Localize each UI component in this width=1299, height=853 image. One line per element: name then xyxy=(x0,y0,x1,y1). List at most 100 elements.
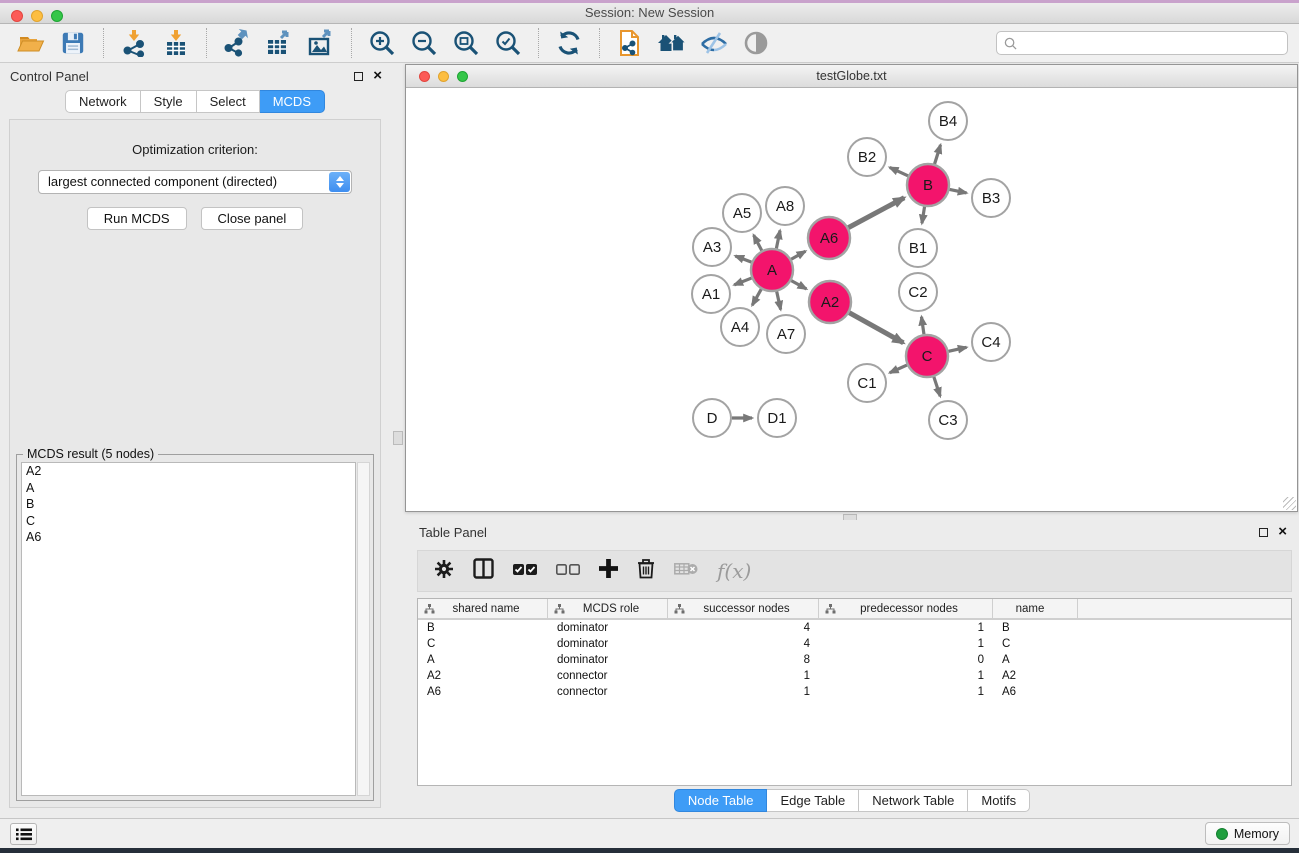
graph-node-D[interactable]: D xyxy=(693,399,731,437)
import-network-icon[interactable] xyxy=(118,27,150,59)
graph-edge-C-C3[interactable] xyxy=(934,377,940,396)
run-mcds-button[interactable]: Run MCDS xyxy=(87,207,187,230)
float-table-panel-icon[interactable] xyxy=(1259,528,1268,537)
export-image-icon[interactable] xyxy=(305,27,337,59)
close-window-button[interactable] xyxy=(11,10,23,22)
network-close-button[interactable] xyxy=(419,71,430,82)
search-input[interactable] xyxy=(1022,34,1287,52)
graph-edge-B-B1[interactable] xyxy=(922,207,925,224)
zoom-out-icon[interactable] xyxy=(408,27,440,59)
graph-edge-A-A4[interactable] xyxy=(752,289,761,305)
graph-edge-A6-B[interactable] xyxy=(848,198,904,228)
graph-node-B1[interactable]: B1 xyxy=(899,229,937,267)
task-history-button[interactable] xyxy=(10,823,37,845)
graph-node-B4[interactable]: B4 xyxy=(929,102,967,140)
graph-node-A[interactable]: A xyxy=(751,249,793,291)
export-network-icon[interactable] xyxy=(221,27,253,59)
network-minimize-button[interactable] xyxy=(438,71,449,82)
table-row[interactable]: A6connector11A6 xyxy=(418,684,1291,700)
zoom-selected-icon[interactable] xyxy=(492,27,524,59)
trash-icon[interactable] xyxy=(637,558,655,584)
graph-node-C3[interactable]: C3 xyxy=(929,401,967,439)
column-header-successor-nodes[interactable]: successor nodes xyxy=(668,599,819,618)
graph-node-D1[interactable]: D1 xyxy=(758,399,796,437)
graph-edge-A-A2[interactable] xyxy=(791,281,806,289)
graph-edge-C-C2[interactable] xyxy=(921,317,923,334)
graph-node-A4[interactable]: A4 xyxy=(721,308,759,346)
graph-node-A6[interactable]: A6 xyxy=(808,217,850,259)
graph-edge-A-A5[interactable] xyxy=(754,235,762,250)
tab-node-table[interactable]: Node Table xyxy=(674,789,768,812)
graph-edge-A-A8[interactable] xyxy=(776,230,780,248)
graph-node-C4[interactable]: C4 xyxy=(972,323,1010,361)
tab-motifs[interactable]: Motifs xyxy=(968,789,1030,812)
graph-node-A7[interactable]: A7 xyxy=(767,315,805,353)
tab-mcds[interactable]: MCDS xyxy=(260,90,325,113)
column-header-shared-name[interactable]: shared name xyxy=(418,599,548,618)
network-zoom-button[interactable] xyxy=(457,71,468,82)
tab-select[interactable]: Select xyxy=(197,90,260,113)
gear-icon[interactable] xyxy=(434,559,454,584)
tab-network-table[interactable]: Network Table xyxy=(859,789,968,812)
tab-style[interactable]: Style xyxy=(141,90,197,113)
tab-edge-table[interactable]: Edge Table xyxy=(767,789,859,812)
table-row[interactable]: Cdominator41C xyxy=(418,636,1291,652)
delete-column-icon[interactable] xyxy=(674,561,698,582)
column-header-name[interactable]: name xyxy=(993,599,1078,618)
zoom-in-icon[interactable] xyxy=(366,27,398,59)
graph-node-A8[interactable]: A8 xyxy=(766,187,804,225)
graph-node-C2[interactable]: C2 xyxy=(899,273,937,311)
column-table-icon[interactable] xyxy=(473,558,494,584)
float-panel-icon[interactable] xyxy=(354,72,363,81)
table-row[interactable]: Bdominator41B xyxy=(418,620,1291,636)
optimization-criterion-dropdown[interactable]: largest connected component (directed) xyxy=(38,170,352,194)
graph-edge-A-A7[interactable] xyxy=(777,291,781,309)
memory-button[interactable]: Memory xyxy=(1205,822,1290,845)
open-session-icon[interactable] xyxy=(15,27,47,59)
show-icon[interactable] xyxy=(740,27,772,59)
save-session-icon[interactable] xyxy=(57,27,89,59)
graph-node-A2[interactable]: A2 xyxy=(809,281,851,323)
graph-edge-C-C1[interactable] xyxy=(890,365,907,373)
table-row[interactable]: A2connector11A2 xyxy=(418,668,1291,684)
export-table-icon[interactable] xyxy=(263,27,295,59)
vertical-split-handle[interactable] xyxy=(393,431,403,445)
graph-edge-A-A1[interactable] xyxy=(734,278,751,285)
graph-edge-B-B3[interactable] xyxy=(950,189,967,193)
mcds-result-item[interactable]: A2 xyxy=(22,463,355,480)
tab-network[interactable]: Network xyxy=(65,90,141,113)
graph-edge-B-B4[interactable] xyxy=(935,145,941,164)
close-panel-icon[interactable]: × xyxy=(373,70,382,82)
graph-node-A1[interactable]: A1 xyxy=(692,275,730,313)
zoom-window-button[interactable] xyxy=(51,10,63,22)
graph-edge-B-B2[interactable] xyxy=(890,167,908,175)
column-header-predecessor-nodes[interactable]: predecessor nodes xyxy=(819,599,993,618)
minimize-window-button[interactable] xyxy=(31,10,43,22)
graph-node-A3[interactable]: A3 xyxy=(693,228,731,266)
add-icon[interactable] xyxy=(599,559,618,583)
mcds-result-item[interactable]: C xyxy=(22,513,355,530)
mcds-result-scrollbar[interactable] xyxy=(357,462,370,796)
resize-grip[interactable] xyxy=(1283,497,1296,510)
mcds-result-item[interactable]: B xyxy=(22,496,355,513)
graph-node-A5[interactable]: A5 xyxy=(723,194,761,232)
mcds-result-item[interactable]: A6 xyxy=(22,529,355,546)
select-all-icon[interactable] xyxy=(513,562,537,581)
refresh-icon[interactable] xyxy=(553,27,585,59)
hide-icon[interactable] xyxy=(698,27,730,59)
graph-edge-A2-C[interactable] xyxy=(849,313,903,343)
graph-node-B3[interactable]: B3 xyxy=(972,179,1010,217)
zoom-fit-icon[interactable] xyxy=(450,27,482,59)
graph-edge-A-A3[interactable] xyxy=(735,256,751,262)
close-panel-button[interactable]: Close panel xyxy=(201,207,304,230)
close-table-panel-icon[interactable]: × xyxy=(1278,526,1287,538)
graph-edge-C-C4[interactable] xyxy=(948,347,966,351)
function-icon[interactable]: f(x) xyxy=(717,559,751,583)
network-canvas[interactable]: B4B2BB3A8A5A6A3B1AC2A1A2A4A7C4CC1DD1C3 xyxy=(406,88,1297,511)
graph-node-B[interactable]: B xyxy=(907,164,949,206)
new-network-from-selection-icon[interactable] xyxy=(614,27,646,59)
graph-node-C[interactable]: C xyxy=(906,335,948,377)
graph-node-B2[interactable]: B2 xyxy=(848,138,886,176)
home-icon[interactable] xyxy=(656,27,688,59)
mcds-result-item[interactable]: A xyxy=(22,480,355,497)
